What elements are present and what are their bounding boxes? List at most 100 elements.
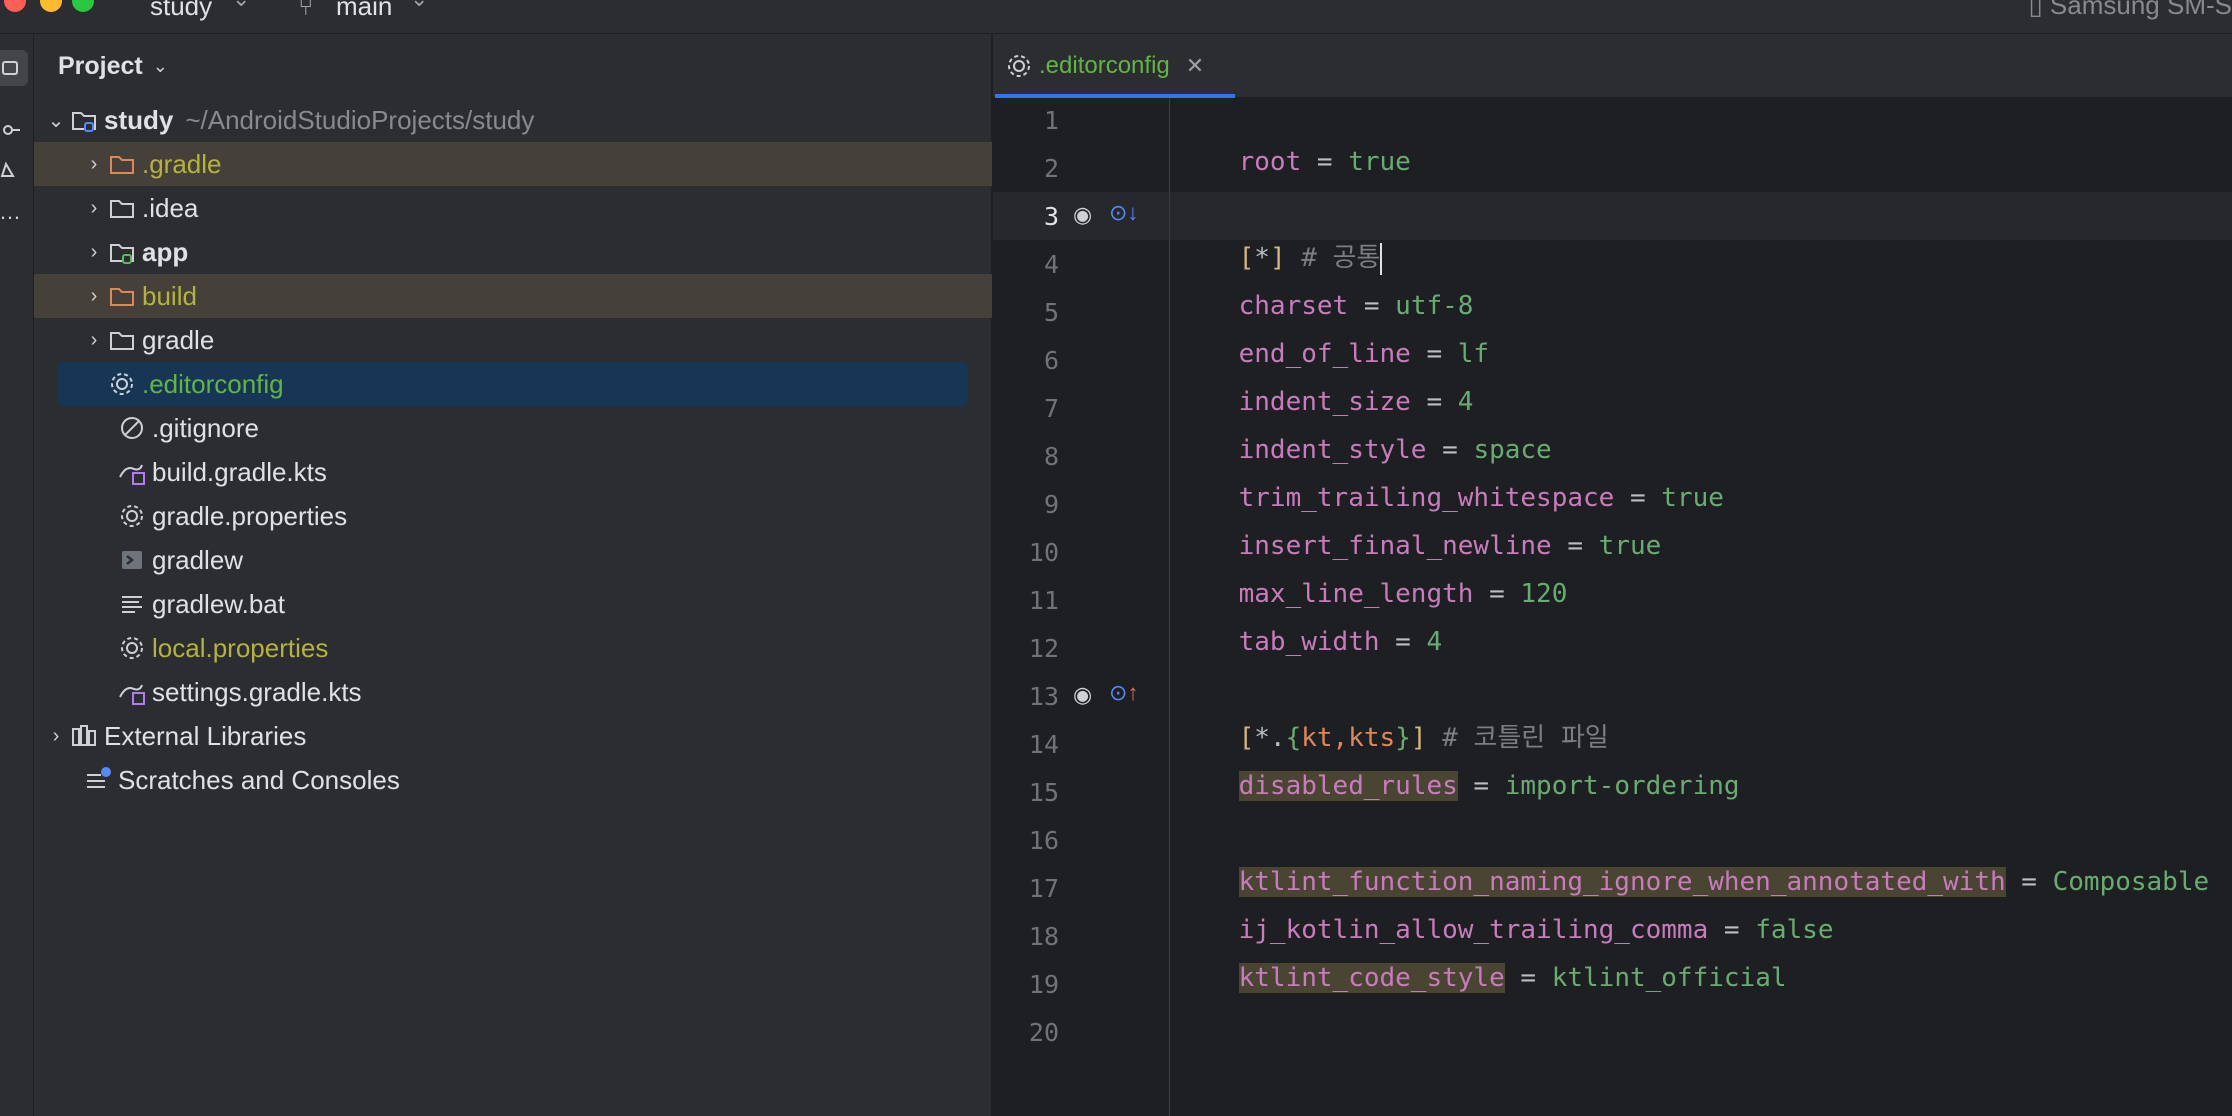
tree-item-editorconfig[interactable]: .editorconfig (58, 362, 968, 406)
branch-switcher[interactable]: main (336, 0, 392, 22)
tree-item-gitignore[interactable]: .gitignore (34, 406, 992, 450)
folder-icon (106, 324, 138, 356)
gear-icon (106, 368, 138, 400)
tree-item-scratches[interactable]: Scratches and Consoles (34, 758, 992, 802)
chevron-right-icon[interactable]: › (82, 285, 106, 308)
line-number: 16 (1028, 826, 1059, 855)
line-number: 18 (1028, 922, 1059, 951)
folder-icon (2, 61, 18, 75)
code-line-8[interactable]: trim_trailing_whitespace = true (1176, 438, 1724, 513)
code-line-11[interactable]: tab_width = 4 (1176, 582, 1443, 657)
code-line-6[interactable]: indent_size = 4 (1176, 342, 1474, 417)
chevron-right-icon[interactable]: › (82, 241, 106, 264)
line-number: 3 (1043, 202, 1059, 231)
scratches-icon (82, 764, 114, 796)
tree-item-gradlew[interactable]: gradlew (34, 538, 992, 582)
title-bar: study ⌄ ⑂ main ⌄ ▯ Samsung SM-S (0, 0, 2232, 34)
maximize-window-button[interactable] (72, 0, 94, 12)
navigate-up-icon[interactable]: ⊙↑ (1109, 680, 1138, 706)
code-line-3[interactable]: [*] # 공통 (1176, 198, 1383, 275)
gear-icon (1003, 50, 1035, 82)
line-number: 1 (1043, 106, 1059, 135)
project-panel: Project ⌄ ⌄ study ~/AndroidStudioProject… (34, 34, 992, 1116)
tree-item-idea[interactable]: › .idea (34, 186, 992, 230)
device-selector[interactable]: ▯ Samsung SM-S (2028, 0, 2232, 21)
chevron-right-icon[interactable]: › (82, 153, 106, 176)
code-line-1[interactable]: root = true (1176, 102, 1411, 177)
code-line-17[interactable]: ij_kotlin_allow_trailing_comma = false (1176, 870, 1834, 945)
code-line-10[interactable]: max_line_length = 120 (1176, 534, 1568, 609)
branch-icon: ⑂ (298, 0, 314, 21)
line-number: 8 (1043, 442, 1059, 471)
more-tools-button[interactable]: … (0, 194, 28, 230)
code-line-16[interactable]: ktlint_function_naming_ignore_when_annot… (1176, 822, 2209, 897)
code-line-18[interactable]: ktlint_code_style = ktlint_official (1176, 918, 1787, 993)
line-number: 4 (1043, 250, 1059, 279)
editor-gutter: 1 2 3 4 5 6 7 8 9 10 11 12 13 14 15 16 1… (993, 98, 1170, 1116)
commit-icon (3, 125, 20, 135)
tree-item-external-libraries[interactable]: › External Libraries (34, 714, 992, 758)
line-number: 6 (1043, 346, 1059, 375)
tree-item-build[interactable]: › build (34, 274, 992, 318)
phone-icon: ▯ (2028, 0, 2050, 20)
line-number: 10 (1028, 538, 1059, 567)
gear-icon (116, 500, 148, 532)
project-view-selector[interactable]: Project ⌄ (58, 52, 168, 81)
folder-icon (106, 192, 138, 224)
libraries-icon (68, 720, 100, 752)
folder-icon (106, 280, 138, 312)
gradle-kts-icon (116, 676, 148, 708)
chevron-down-icon: ⌄ (410, 0, 428, 12)
chevron-right-icon[interactable]: › (82, 329, 106, 352)
code-line-7[interactable]: indent_style = space (1176, 390, 1552, 465)
more-icon: … (0, 199, 21, 224)
tree-item-settings-gradle-kts[interactable]: settings.gradle.kts (34, 670, 992, 714)
tree-item-gradle[interactable]: › gradle (34, 318, 992, 362)
chevron-right-icon[interactable]: › (82, 197, 106, 220)
code-line-14[interactable]: disabled_rules = import-ordering (1176, 726, 1740, 801)
editor-tab-bar: .editorconfig ✕ (993, 34, 2232, 98)
code-line-9[interactable]: insert_final_newline = true (1176, 486, 1662, 561)
editor-area: .editorconfig ✕ 1 2 3 4 5 6 7 8 9 10 11 … (993, 34, 2232, 1116)
tree-root-study[interactable]: ⌄ study ~/AndroidStudioProjects/study (34, 98, 992, 142)
commit-tool-button[interactable] (0, 112, 28, 148)
line-number: 14 (1028, 730, 1059, 759)
close-tab-icon[interactable]: ✕ (1186, 53, 1204, 79)
code-line-5[interactable]: end_of_line = lf (1176, 294, 1489, 369)
line-number: 19 (1028, 970, 1059, 999)
project-switcher[interactable]: study (150, 0, 212, 22)
minimize-window-button[interactable] (40, 0, 62, 12)
chevron-right-icon[interactable]: › (44, 725, 68, 748)
line-number: 17 (1028, 874, 1059, 903)
navigate-down-icon[interactable]: ⊙↓ (1109, 200, 1138, 226)
code-line-13[interactable]: [*.{kt,kts}] # 코틀린 파일 (1176, 678, 1609, 753)
chevron-down-icon: ⌄ (232, 0, 250, 12)
tree-item-build-gradle-kts[interactable]: build.gradle.kts (34, 450, 992, 494)
line-number: 11 (1028, 586, 1059, 615)
line-number: 20 (1028, 1018, 1059, 1047)
line-number: 12 (1028, 634, 1059, 663)
chevron-down-icon[interactable]: ⌄ (44, 108, 68, 133)
module-folder-icon (106, 236, 138, 268)
tree-item-gradlew-bat[interactable]: gradlew.bat (34, 582, 992, 626)
close-window-button[interactable] (4, 0, 26, 12)
terminal-icon (116, 544, 148, 576)
line-number: 15 (1028, 778, 1059, 807)
gear-icon (116, 632, 148, 664)
line-number: 5 (1043, 298, 1059, 327)
eye-icon[interactable]: ◉ (1073, 202, 1092, 228)
line-number: 2 (1043, 154, 1059, 183)
tab-editorconfig[interactable]: .editorconfig ✕ (995, 34, 1235, 98)
tree-path: ~/AndroidStudioProjects/study (185, 104, 535, 135)
tree-item-gradle-properties[interactable]: gradle.properties (34, 494, 992, 538)
code-line-4[interactable]: charset = utf-8 (1176, 246, 1474, 321)
text-file-icon (116, 588, 148, 620)
ignore-icon (116, 412, 148, 444)
tree-item-app[interactable]: › app (34, 230, 992, 274)
tree-item-local-properties[interactable]: local.properties (34, 626, 992, 670)
tree-item-gradle-dir[interactable]: › .gradle (34, 142, 992, 186)
project-tool-button[interactable] (0, 50, 28, 86)
resource-manager-button[interactable] (0, 152, 28, 188)
eye-icon[interactable]: ◉ (1073, 682, 1092, 708)
tree-label: study (104, 104, 174, 135)
